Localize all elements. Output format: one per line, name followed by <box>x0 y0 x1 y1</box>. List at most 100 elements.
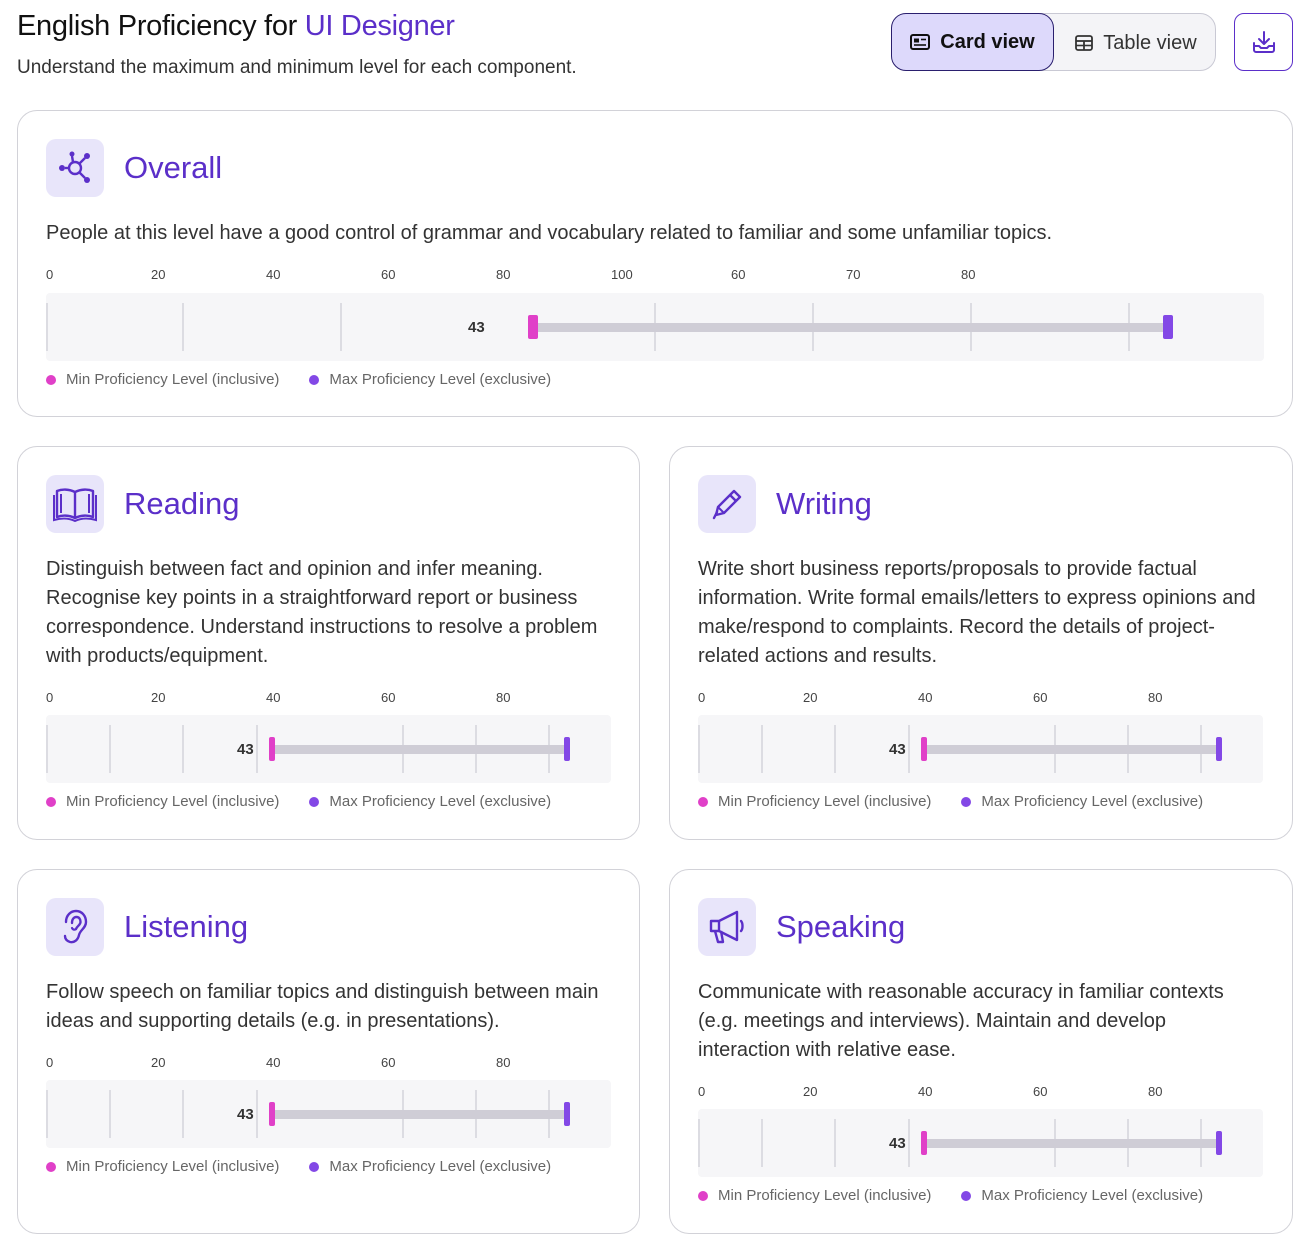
legend-max: Max Proficiency Level (exclusive) <box>309 1158 551 1175</box>
legend-min: Min Proficiency Level (inclusive) <box>698 793 931 810</box>
writing-card: Writing Write short business reports/pro… <box>669 446 1293 840</box>
gridline <box>340 303 342 351</box>
legend-min-dot <box>698 1190 708 1201</box>
speaking-legend: Min Proficiency Level (inclusive) Max Pr… <box>698 1187 1203 1204</box>
legend-max: Max Proficiency Level (exclusive) <box>309 793 551 810</box>
writing-card-header: Writing <box>698 475 872 533</box>
legend-max: Max Proficiency Level (exclusive) <box>961 1187 1203 1204</box>
scale-tick: 20 <box>803 690 818 705</box>
legend-min-dot <box>698 796 708 807</box>
speaking-card-header: Speaking <box>698 898 905 956</box>
gridline <box>256 1090 258 1138</box>
legend-min-dot <box>46 1161 56 1172</box>
writing-range-bar <box>924 745 1218 754</box>
gridline <box>46 303 48 351</box>
page-title: English Proficiency for UI Designer <box>17 10 455 43</box>
legend-max-dot <box>961 796 972 807</box>
writing-min-value: 43 <box>889 741 906 758</box>
speaking-max-marker <box>1216 1131 1222 1155</box>
speaking-icon-tile <box>698 898 756 956</box>
gridline <box>46 725 48 773</box>
scale-tick: 40 <box>918 690 933 705</box>
scale-tick: 80 <box>961 267 976 282</box>
ear-icon <box>63 909 88 944</box>
card-view-button[interactable]: Card view <box>891 13 1054 71</box>
writing-min-marker <box>921 737 927 761</box>
gridline <box>698 725 700 773</box>
gridline <box>761 1119 763 1167</box>
reading-description: Distinguish between fact and opinion and… <box>46 558 598 667</box>
scale-tick: 80 <box>1148 1084 1163 1099</box>
scale-tick: 60 <box>1033 1084 1048 1099</box>
legend-min-label: Min Proficiency Level (inclusive) <box>66 1158 280 1175</box>
listening-max-marker <box>564 1102 570 1126</box>
scale-tick: 60 <box>381 690 396 705</box>
gridline <box>834 1119 836 1167</box>
scale-tick: 40 <box>266 690 281 705</box>
reading-max-marker <box>564 737 570 761</box>
overall-card: Overall People at this level have a good… <box>17 110 1293 417</box>
page-title-role: UI Designer <box>304 10 455 42</box>
overall-legend: Min Proficiency Level (inclusive) Max Pr… <box>46 371 551 388</box>
listening-min-value: 43 <box>237 1106 254 1123</box>
scale-tick: 0 <box>698 1084 706 1099</box>
legend-min-label: Min Proficiency Level (inclusive) <box>718 793 932 810</box>
legend-max-dot <box>961 1190 972 1201</box>
reading-card-header: Reading <box>46 475 239 533</box>
legend-max-label: Max Proficiency Level (exclusive) <box>329 793 552 810</box>
legend-max-label: Max Proficiency Level (exclusive) <box>981 793 1204 810</box>
overall-range-bar <box>534 323 1170 332</box>
scale-tick: 0 <box>46 690 54 705</box>
overall-title: Overall <box>124 150 223 185</box>
scale-tick: 60 <box>1033 690 1048 705</box>
table-view-label: Table view <box>1103 31 1197 54</box>
legend-max-label: Max Proficiency Level (exclusive) <box>329 1158 552 1175</box>
download-icon <box>1252 31 1275 53</box>
legend-max-label: Max Proficiency Level (exclusive) <box>981 1187 1204 1204</box>
scale-tick: 80 <box>496 1055 511 1070</box>
scale-tick: 0 <box>46 1055 54 1070</box>
writing-legend: Min Proficiency Level (inclusive) Max Pr… <box>698 793 1203 810</box>
legend-min: Min Proficiency Level (inclusive) <box>46 793 279 810</box>
overall-description: People at this level have a good control… <box>46 222 1053 244</box>
pencil-icon <box>712 489 742 520</box>
listening-scale-labels: 0 20 40 60 80 <box>46 1055 606 1071</box>
megaphone-icon <box>709 910 744 944</box>
page-subtitle: Understand the maximum and minimum level… <box>17 57 577 78</box>
writing-title: Writing <box>776 486 872 521</box>
listening-title: Listening <box>124 909 249 944</box>
scale-tick: 0 <box>46 267 54 282</box>
speaking-scale-labels: 0 20 40 60 80 <box>698 1084 1258 1100</box>
listening-card: Listening Follow speech on familiar topi… <box>17 869 640 1234</box>
scale-tick: 20 <box>803 1084 818 1099</box>
speaking-description: Communicate with reasonable accuracy in … <box>698 981 1224 1061</box>
legend-min-dot <box>46 374 56 385</box>
overall-card-header: Overall <box>46 139 222 197</box>
network-hub-icon <box>59 151 90 183</box>
reading-title: Reading <box>124 486 240 521</box>
table-icon <box>1075 35 1094 51</box>
table-view-button[interactable]: Table view <box>1057 14 1215 72</box>
speaking-title: Speaking <box>776 909 906 944</box>
scale-tick: 80 <box>1148 690 1163 705</box>
speaking-range-track: 43 <box>698 1109 1263 1177</box>
download-button[interactable] <box>1234 13 1293 71</box>
gridline <box>908 725 910 773</box>
legend-min-label: Min Proficiency Level (inclusive) <box>66 371 280 388</box>
reading-range-track: 43 <box>46 715 611 783</box>
gridline <box>182 303 184 351</box>
writing-max-marker <box>1216 737 1222 761</box>
id-card-icon <box>910 34 931 50</box>
gridline <box>834 725 836 773</box>
scale-tick: 60 <box>731 267 746 282</box>
legend-max: Max Proficiency Level (exclusive) <box>309 371 551 388</box>
legend-min: Min Proficiency Level (inclusive) <box>46 371 279 388</box>
scale-tick: 40 <box>266 267 281 282</box>
view-toggle: Card view Table view <box>891 13 1216 71</box>
scale-tick: 70 <box>846 267 861 282</box>
overall-min-marker <box>528 315 538 339</box>
legend-max-dot <box>309 796 320 807</box>
reading-scale-labels: 0 20 40 60 80 <box>46 690 606 706</box>
scale-tick: 20 <box>151 690 166 705</box>
scale-tick: 60 <box>381 267 396 282</box>
